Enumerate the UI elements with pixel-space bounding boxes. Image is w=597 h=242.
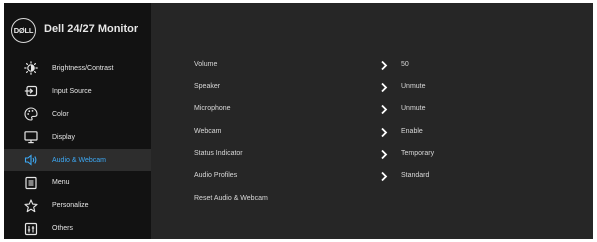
setting-label: Microphone: [194, 105, 231, 112]
palette-icon: [24, 107, 38, 121]
chevron-right-icon: [381, 60, 388, 71]
chevron-right-icon: [381, 127, 388, 138]
sidebar-item-menu[interactable]: Menu: [4, 171, 151, 194]
sidebar-item-label: Input Source: [52, 87, 92, 95]
setting-label: Webcam: [194, 128, 222, 135]
audio-icon: [24, 153, 38, 167]
setting-row-speaker[interactable]: Speaker Unmute: [151, 79, 593, 97]
sidebar-item-label: Others: [52, 225, 74, 233]
menu-icon: [24, 176, 38, 190]
sidebar-item-label: Audio & Webcam: [52, 156, 106, 164]
sidebar-item-label: Display: [52, 133, 75, 141]
sidebar-item-brightness-contrast[interactable]: Brightness/Contrast: [4, 57, 151, 80]
setting-value: Enable: [401, 128, 423, 135]
display-icon: [24, 130, 38, 144]
setting-value: Standard: [401, 172, 430, 179]
sidebar-item-label: Brightness/Contrast: [52, 64, 114, 72]
setting-row-webcam[interactable]: Webcam Enable: [151, 124, 593, 142]
sidebar-item-audio-webcam[interactable]: Audio & Webcam: [4, 148, 151, 172]
chevron-right-icon: [381, 104, 388, 115]
sidebar: DØLL Dell 24/27 Monitor Brightness/Contr…: [4, 3, 151, 239]
sidebar-item-color[interactable]: Color: [4, 103, 151, 126]
setting-row-volume[interactable]: Volume 50: [151, 57, 593, 75]
setting-label: Speaker: [194, 83, 221, 90]
brightness-icon: [24, 61, 38, 76]
sidebar-menu: Brightness/Contrast Input Source Color D…: [4, 57, 151, 240]
sidebar-item-label: Personalize: [52, 202, 89, 210]
settings-panel: Volume 50 Speaker Unmute Microphone Unmu…: [151, 3, 593, 239]
setting-row-status-indicator[interactable]: Status Indicator Temporary: [151, 146, 593, 164]
chevron-right-icon: [381, 171, 388, 182]
setting-row-microphone[interactable]: Microphone Unmute: [151, 101, 593, 119]
chevron-right-icon: [381, 149, 388, 160]
chevron-right-icon: [381, 82, 388, 93]
setting-value: Unmute: [401, 83, 426, 90]
setting-label: Status Indicator: [194, 150, 243, 157]
sidebar-item-label: Color: [52, 110, 69, 118]
sidebar-item-input-source[interactable]: Input Source: [4, 80, 151, 103]
setting-value: Unmute: [401, 105, 426, 112]
others-icon: [24, 222, 38, 236]
sidebar-item-personalize[interactable]: Personalize: [4, 194, 151, 217]
setting-row-reset-audio-webcam[interactable]: Reset Audio & Webcam: [151, 191, 593, 209]
monitor-osd: DØLL Dell 24/27 Monitor Brightness/Contr…: [4, 3, 593, 239]
setting-value: 50: [401, 61, 409, 68]
setting-label: Audio Profiles: [194, 172, 238, 179]
input-source-icon: [24, 84, 38, 98]
star-icon: [24, 199, 38, 213]
setting-row-audio-profiles[interactable]: Audio Profiles Standard: [151, 168, 593, 186]
sidebar-item-others[interactable]: Others: [4, 217, 151, 240]
dell-logo: DØLL: [11, 18, 36, 43]
setting-label: Volume: [194, 61, 218, 68]
osd-header: DØLL Dell 24/27 Monitor: [4, 3, 151, 49]
sidebar-item-display[interactable]: Display: [4, 126, 151, 149]
sidebar-item-label: Menu: [52, 179, 70, 187]
setting-label: Reset Audio & Webcam: [194, 195, 268, 202]
osd-title: Dell 24/27 Monitor: [44, 23, 139, 35]
setting-value: Temporary: [401, 150, 435, 157]
